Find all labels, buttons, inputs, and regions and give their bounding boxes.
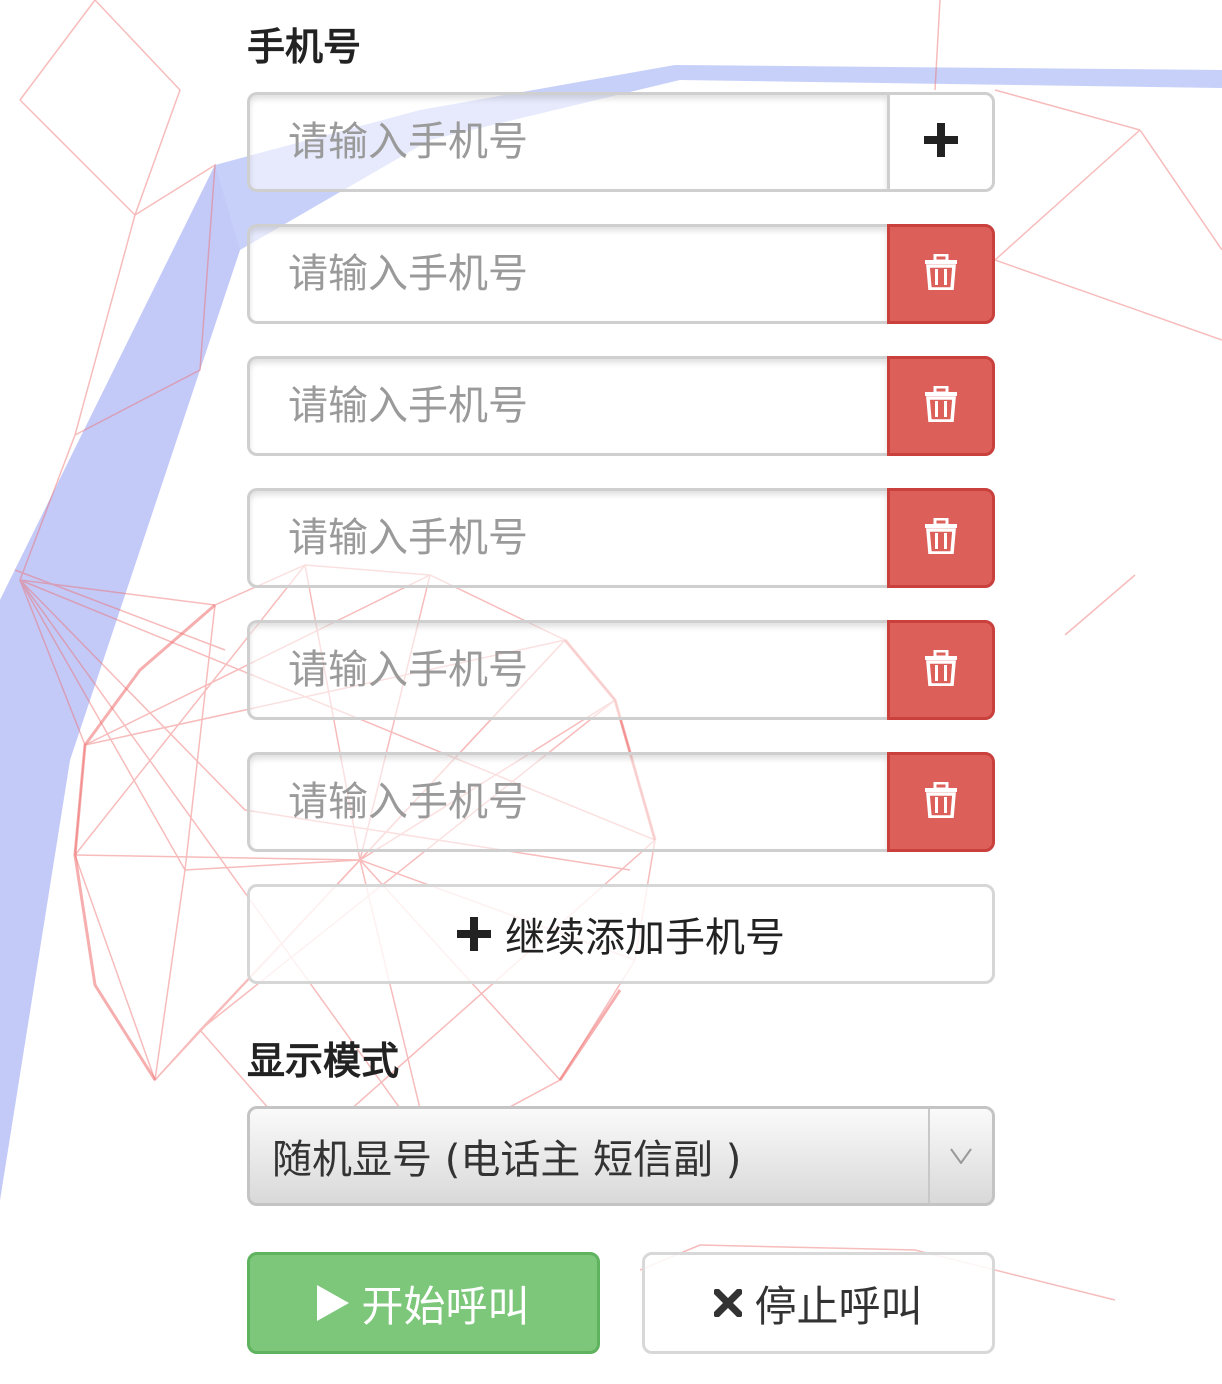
- phone-row: [247, 92, 995, 192]
- phone-section-label: 手机号: [247, 25, 362, 69]
- phone-input[interactable]: [247, 92, 887, 192]
- phone-input[interactable]: [247, 752, 887, 852]
- play-icon: [317, 1285, 350, 1321]
- phone-input[interactable]: [247, 224, 887, 324]
- stop-call-button[interactable]: 停止呼叫: [642, 1252, 995, 1354]
- phone-input[interactable]: [247, 488, 887, 588]
- start-call-button[interactable]: 开始呼叫: [247, 1252, 600, 1354]
- delete-phone-button[interactable]: [887, 356, 995, 456]
- delete-phone-button[interactable]: [887, 620, 995, 720]
- display-mode-label: 显示模式: [247, 1039, 400, 1083]
- phone-row: [247, 620, 995, 720]
- delete-phone-button[interactable]: [887, 752, 995, 852]
- add-more-label: 继续添加手机号: [505, 915, 785, 961]
- close-icon: [714, 1289, 743, 1317]
- phone-row: [247, 224, 995, 324]
- trash-icon: [925, 385, 957, 426]
- stop-call-label: 停止呼叫: [754, 1281, 923, 1331]
- delete-phone-button[interactable]: [887, 224, 995, 324]
- phone-row: [247, 356, 995, 456]
- phone-input[interactable]: [247, 620, 887, 720]
- phone-row: [247, 752, 995, 852]
- plus-icon: [457, 917, 491, 951]
- plus-icon: [924, 123, 958, 161]
- chevron-down-icon: [928, 1109, 992, 1203]
- display-mode-value: 随机显号 (电话主 短信副 ): [272, 1137, 742, 1183]
- add-phone-button[interactable]: [887, 92, 995, 192]
- trash-icon: [925, 517, 957, 558]
- phone-row: [247, 488, 995, 588]
- trash-icon: [925, 781, 957, 822]
- delete-phone-button[interactable]: [887, 488, 995, 588]
- trash-icon: [925, 253, 957, 294]
- phone-input[interactable]: [247, 356, 887, 456]
- add-more-phone-button[interactable]: 继续添加手机号: [247, 884, 995, 984]
- display-mode-select[interactable]: 随机显号 (电话主 短信副 ): [247, 1106, 995, 1206]
- start-call-label: 开始呼叫: [361, 1281, 530, 1331]
- trash-icon: [925, 649, 957, 690]
